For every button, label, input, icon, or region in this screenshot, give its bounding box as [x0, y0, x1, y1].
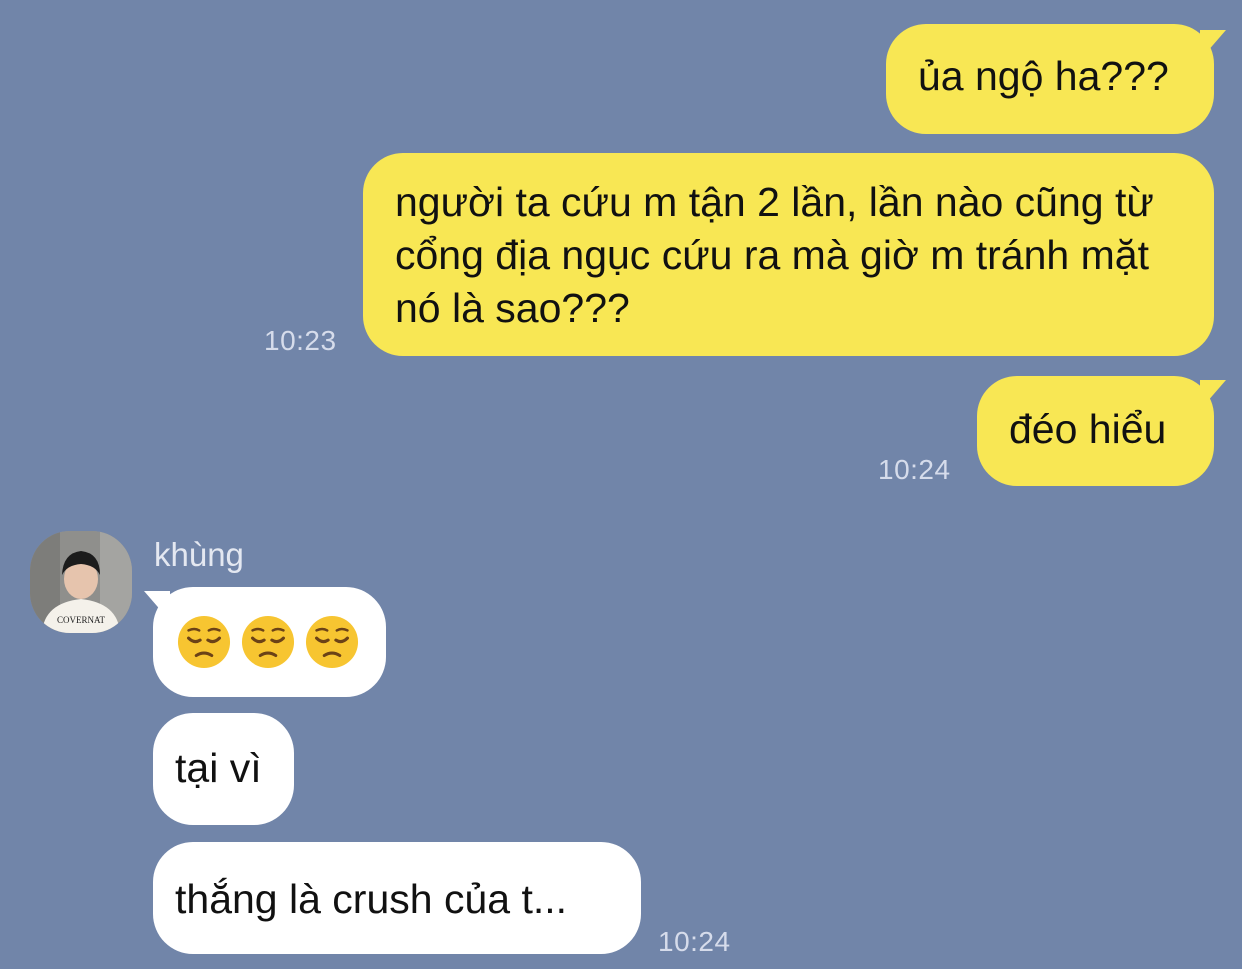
chat-thread: ủa ngộ ha??? người ta cứu m tận 2 lần, l…	[0, 0, 1242, 969]
outgoing-message[interactable]: ủa ngộ ha???	[886, 24, 1214, 134]
message-timestamp: 10:24	[658, 926, 731, 957]
pensive-face-icon	[305, 615, 359, 669]
message-text: ủa ngộ ha???	[918, 53, 1169, 99]
incoming-message[interactable]: tại vì	[153, 713, 294, 825]
emoji-row	[177, 615, 386, 669]
incoming-message[interactable]	[153, 587, 386, 697]
message-timestamp: 10:24	[878, 454, 951, 485]
outgoing-message[interactable]: đéo hiểu	[977, 376, 1214, 486]
message-text: thắng là crush của t...	[175, 876, 568, 922]
message-text: tại vì	[175, 745, 262, 791]
outgoing-message[interactable]: người ta cứu m tận 2 lần, lần nào cũng t…	[363, 153, 1214, 356]
incoming-message[interactable]: thắng là crush của t...	[153, 842, 641, 954]
sender-name: khùng	[154, 536, 244, 573]
avatar-photo: COVERNAT	[30, 531, 132, 633]
avatar-shirt-text: COVERNAT	[57, 615, 106, 625]
message-timestamp: 10:23	[264, 325, 337, 356]
pensive-face-icon	[177, 615, 231, 669]
message-text: người ta cứu m tận 2 lần, lần nào cũng t…	[395, 179, 1154, 331]
message-text: đéo hiểu	[1009, 406, 1167, 452]
pensive-face-icon	[241, 615, 295, 669]
avatar[interactable]: COVERNAT	[30, 531, 132, 633]
